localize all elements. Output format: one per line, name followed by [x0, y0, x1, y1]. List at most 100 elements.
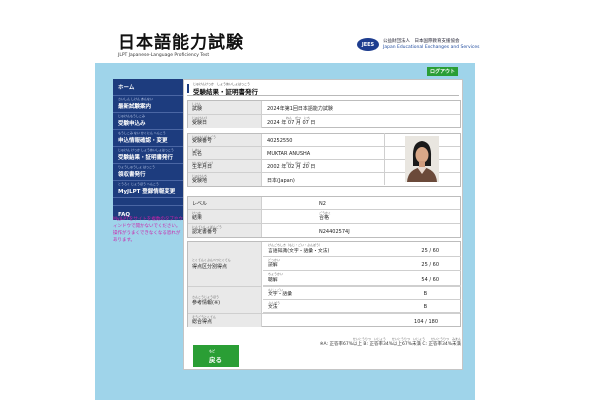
label-text: 結果: [192, 215, 203, 221]
label-text: レベル: [192, 201, 208, 207]
sidebar-item-label: 申込情報確認・変更: [118, 138, 168, 144]
sidebar-item-apply[interactable]: じゅけんもうしこみ 受験申込み: [113, 113, 183, 130]
exam-info-table: しけん 試験 2024年第1回日本語能力試験 じゅけんび 受験日 ねん がつ にち …: [187, 100, 461, 128]
score-label: 聴解: [268, 278, 278, 283]
label-text: 総合得点: [192, 319, 213, 325]
score-value: B: [423, 304, 427, 310]
label-text: 得点区分別得点: [192, 264, 228, 270]
label-text: 試験: [192, 106, 203, 112]
sidebar-item-ruby: じゅけん けっか しょうめいしょはっこう: [118, 148, 174, 152]
label-cell: レベル: [188, 197, 262, 209]
exam-row: しけん 試験 2024年第1回日本語能力試験: [188, 101, 460, 115]
sidebar-item-latest-exam[interactable]: さいしん しけん あんない 最新試験案内: [113, 96, 183, 113]
exam-date-label-cell: じゅけんび 受験日: [188, 115, 262, 128]
sidebar-item-results[interactable]: じゅけん けっか しょうめいしょはっこう 受験結果・証明書発行: [113, 147, 183, 164]
sidebar-item-ruby: さいしん しけん あんない: [118, 97, 153, 101]
title-accent-bar: [187, 84, 189, 93]
sidebar-item-label: MyJLPT 登録情報変更: [118, 189, 176, 195]
sidebar-divider: [113, 198, 183, 206]
score-label: 文法: [268, 305, 278, 310]
label-cell: じゅけんばんごう 受験番号: [188, 134, 262, 146]
score-value: 54 / 60: [421, 277, 439, 283]
birthdate-value: 2002 年 02 月 20 日: [267, 164, 316, 170]
exam-date-value: 2024 年 07 月 07 日: [267, 120, 316, 126]
certificate-number-value: N24402574J: [319, 229, 350, 235]
label-text: 氏名: [192, 151, 203, 157]
reference-row-grammar: ぶんぽう 文法 B: [263, 300, 461, 313]
sidebar-item-label: 最新試験案内: [118, 104, 152, 110]
score-legend: せいとうりつ いじょう せいとうりつ いじょう せいとうりつ みまん ※A: 正…: [265, 337, 461, 347]
score-value: 25 / 60: [421, 248, 439, 254]
sidebar-item-label: 受験結果・証明書発行: [118, 155, 174, 161]
org-name-en: Japan Educational Exchanges and Services: [383, 44, 480, 50]
score-value: B: [423, 291, 427, 297]
score-label: 文字・語彙: [268, 292, 292, 297]
exam-value: 2024年第1回日本語能力試験: [267, 106, 333, 112]
birthdate-row: せいねんがっぴ 生年月日 ねん がつ にち 2002 年 02 月 20 日: [188, 160, 460, 173]
level-row: レベル N2: [188, 197, 460, 210]
label-cell: けっか 結果: [188, 210, 262, 223]
label-text: 参考情報(※): [192, 300, 221, 306]
sidebar-item-myjlpt-info[interactable]: とうろく じょうほう へんこう MyJLPT 登録情報変更: [113, 181, 183, 198]
back-button-label: 戻る: [209, 356, 222, 364]
sidebar-item-ruby: もうしこみ ない かくにん へんこう: [118, 131, 166, 135]
score-label: 読解: [268, 263, 278, 268]
sidebar-item-application-info[interactable]: もうしこみ ない かくにん へんこう 申込情報確認・変更: [113, 130, 183, 147]
reference-row-vocabulary: もじ・ごい 文字・語彙 B: [263, 286, 461, 300]
score-value: 25 / 60: [421, 262, 439, 268]
jees-badge: JEES: [357, 38, 379, 51]
org-logo: JEES 公益財団法人 日本国際教育支援協会 Japan Educational…: [357, 38, 479, 51]
total-score-value: 104 / 180: [414, 319, 438, 325]
reference-section-label: さんこうじょうほう 参考情報(※): [188, 286, 262, 313]
label-text: 認定書番号: [192, 229, 218, 235]
scores-table: とくてんくぶんべつとくてん 得点区分別得点 げんごちしき（もじ・ごい・ぶんぽう） …: [187, 241, 461, 327]
label-text: 受験番号: [192, 138, 213, 144]
score-row-reading: どっかい 読解 25 / 60: [263, 257, 461, 271]
legend-text: ※A: 正答率67%以上 B: 正答率34%以上67%未満 C: 正答率34%未…: [319, 342, 461, 347]
exam-label-cell: しけん 試験: [188, 101, 262, 114]
sidebar-item-label: ホーム: [118, 85, 135, 91]
label-cell: そうごうとくてん 総合得点: [188, 314, 262, 327]
label-text: 受験日: [192, 120, 208, 126]
label-text: 受験地: [192, 178, 208, 184]
sidebar-item-ruby: りょうしゅうしょ はっこう: [118, 165, 155, 169]
label-text: 生年月日: [192, 164, 213, 170]
back-button-ruby: もど: [209, 349, 215, 353]
label-cell: しめい 氏名: [188, 147, 262, 159]
name-row: しめい 氏名 MUKTAR ANUSHA: [188, 147, 460, 160]
pass-fail-value: 合格: [319, 215, 330, 221]
score-row-language-knowledge: げんごちしき（もじ・ごい・ぶんぽう） 言語知識(文字・語彙・文法) 25 / 6…: [263, 242, 461, 257]
jlpt-logo: 日本語能力試験 JLPT Japanese-Language Proficien…: [118, 34, 244, 58]
test-site-row: じゅけんち 受験地 日本(Japan): [188, 173, 460, 186]
org-name: 公益財団法人 日本国際教育支援協会 Japan Educational Exch…: [383, 39, 479, 51]
personal-info-table: じゅけんばんごう 受験番号 40252550 しめい 氏名 MUKTAR ANUSH…: [187, 133, 461, 187]
name-value: MUKTAR ANUSHA: [267, 151, 311, 157]
certificate-number-row: にんていしょばんごう 認定書番号 N24402574J: [188, 224, 460, 237]
logout-button[interactable]: ログアウト: [427, 67, 458, 76]
sidebar-item-ruby: じゅけんもうしこみ: [118, 114, 145, 118]
total-score-row: そうごうとくてん 総合得点 104 / 180: [188, 313, 460, 327]
registration-number-row: じゅけんばんごう 受験番号 40252550: [188, 134, 460, 147]
sidebar-item-home[interactable]: ホーム: [113, 79, 183, 96]
label-cell: せいねんがっぴ 生年月日: [188, 160, 262, 172]
back-button[interactable]: もど 戻る: [193, 345, 239, 367]
score-row-listening: ちょうかい 聴解 54 / 60: [263, 271, 461, 286]
sidebar-item-receipt[interactable]: りょうしゅうしょ はっこう 領収書発行: [113, 164, 183, 181]
label-cell: にんていしょばんごう 認定書番号: [188, 224, 262, 237]
sidebar-item-label: 領収書発行: [118, 172, 146, 178]
sidebar: ホーム さいしん しけん あんない 最新試験案内 じゅけんもうしこみ 受験申込み も…: [113, 79, 183, 220]
label-ruby: とくてんくぶんべつとくてん: [192, 258, 231, 262]
pass-fail-row: けっか 結果 ごうかく 合格: [188, 210, 460, 224]
page-title-text: 受験結果・証明書発行: [193, 88, 258, 96]
scores-section-label: とくてんくぶんべつとくてん 得点区分別得点: [188, 242, 262, 286]
exam-date-row: じゅけんび 受験日 ねん がつ にち 2024 年 07 月 07 日: [188, 115, 460, 128]
sidebar-item-label: 受験申込み: [118, 121, 146, 127]
label-cell: じゅけんち 受験地: [188, 173, 262, 186]
score-label: 言語知識(文字・語彙・文法): [268, 249, 330, 254]
result-table: レベル N2 けっか 結果 ごうかく 合格 にんていしょばんごう 認定書番号 N24…: [187, 196, 461, 238]
level-value: N2: [319, 201, 326, 207]
sidebar-warning-note: MyJLPTをサイトを複数のタブやウィンドウで開かないでください。操作がうまくで…: [113, 217, 183, 243]
test-site-value: 日本(Japan): [267, 178, 295, 184]
page-title: じゅけんけっか しょうめいしょはっこう 受験結果・証明書発行: [187, 82, 459, 96]
logo-title: 日本語能力試験: [118, 33, 244, 53]
